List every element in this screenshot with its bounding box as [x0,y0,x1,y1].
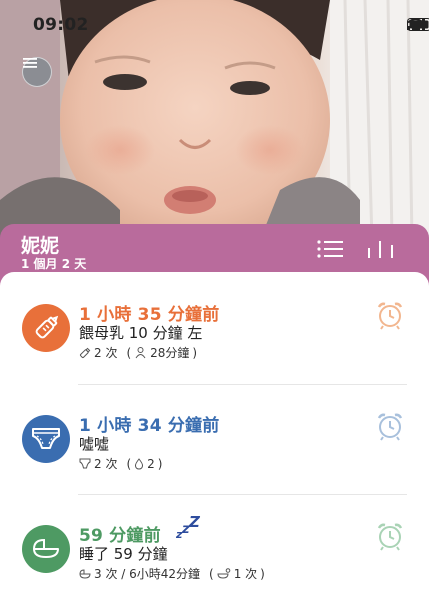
entry-description: 噓噓 [79,435,110,453]
sleep-zzz-icon: Z [189,513,200,531]
entry-stats: 3 次 / 6小時42分鐘 ( 1 次 ) [79,565,265,582]
list-item-feeding[interactable]: 1 小時 35 分鐘前 餵母乳 10 分鐘 左 2 次 ( 28分鐘 ) [0,272,429,382]
baby-name: 妮妮 [21,235,60,257]
entry-stats: 2 次 ( 28分鐘 ) [79,344,197,361]
stats-detail: 2 [147,456,155,471]
bassinet-icon [33,538,59,558]
stats-open-paren: ( [209,566,214,581]
stats-detail: 28分鐘 [150,346,190,360]
bassinet-sun-small-icon [217,568,231,579]
app-screen: 09:02 妮妮 1 個月 2 天 1 小時 35 分鐘前 餵母乳 10 分鐘 … [0,0,429,600]
alarm-clock-icon[interactable] [375,521,405,551]
diaper-type-badge [22,415,70,463]
stats-open-paren: ( [126,456,132,471]
entry-stats: 2 次 ( 2 ) [79,455,162,472]
alarm-clock-icon[interactable] [375,300,405,330]
bottle-icon [35,315,59,339]
breastfeeding-small-icon [135,347,146,359]
baby-photo: 09:02 [0,0,429,240]
entry-description: 睡了 59 分鐘 [79,545,168,563]
list-icon [317,240,343,258]
diaper-icon [32,428,60,449]
list-item-sleep[interactable]: 59 分鐘前 z z Z 睡了 59 分鐘 3 次 / 6小時42分鐘 ( 1 … [0,495,429,600]
hamburger-icon [23,58,37,68]
droplet-small-icon [135,457,144,470]
baby-age: 1 個月 2 天 [21,257,87,271]
bottle-small-icon [79,347,91,358]
stats-close-paren: ) [260,566,265,581]
bassinet-small-icon [79,568,91,579]
status-time: 09:02 [33,15,89,35]
feeding-type-badge [22,304,70,352]
list-view-button[interactable] [317,240,343,262]
stats-detail: 1 次 [233,567,258,581]
stats-open-paren: ( [126,345,132,360]
battery-icon [407,18,429,31]
menu-button[interactable] [22,57,52,87]
status-bar: 09:02 [0,0,429,52]
stats-count: 3 次 / 6小時42分鐘 [94,567,201,581]
entry-description: 餵母乳 10 分鐘 左 [79,324,203,342]
chart-view-button[interactable] [367,240,395,262]
stats-count: 2 次 [94,457,118,471]
list-item-diaper[interactable]: 1 小時 34 分鐘前 噓噓 2 次 ( 2 ) [0,385,429,495]
activity-list: 1 小時 35 分鐘前 餵母乳 10 分鐘 左 2 次 ( 28分鐘 ) 1 小… [0,272,429,600]
alarm-clock-icon[interactable] [375,411,405,441]
bar-chart-icon [368,241,393,258]
stats-count: 2 次 [94,346,118,360]
stats-close-paren: ) [192,345,198,360]
sleep-type-badge [22,525,70,573]
diaper-small-icon [79,458,91,469]
stats-close-paren: ) [157,456,163,471]
